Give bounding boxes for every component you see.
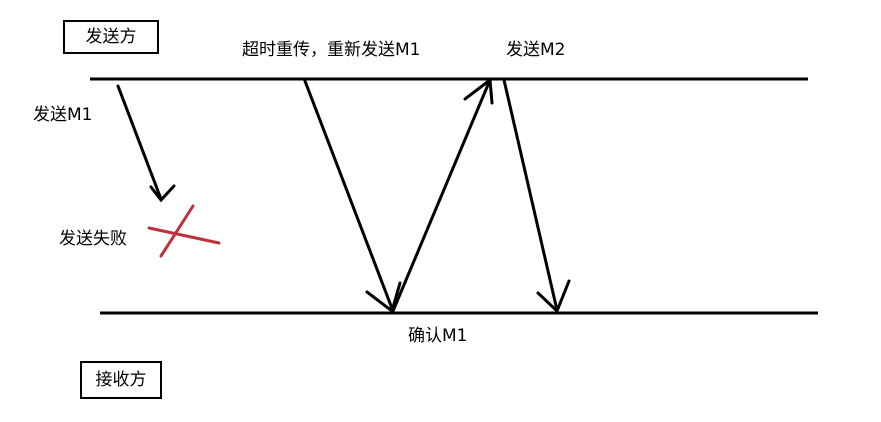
- send-m2-arrow: [502, 78, 571, 314]
- receiver-label: 接收方: [95, 369, 147, 390]
- retransmit-label: 超时重传，重新发送M1: [242, 40, 421, 60]
- diagram-lines: [90, 77, 818, 315]
- retransmit-m1-arrow: [303, 79, 402, 314]
- receiver-box: 接收方: [80, 361, 162, 399]
- sender-label: 发送方: [85, 26, 137, 47]
- ack-m1-arrow: [391, 77, 494, 313]
- send-failed-label: 发送失败: [59, 229, 127, 249]
- x-cross-icon: [147, 204, 221, 258]
- sender-box: 发送方: [63, 20, 159, 54]
- send-m2-label: 发送M2: [506, 40, 566, 60]
- ack-m1-label: 确认M1: [408, 326, 468, 346]
- send-m1-label: 发送M1: [33, 105, 93, 125]
- lost-m1-arrow: [116, 84, 176, 203]
- sequence-diagram: 发送方 接收方 发送M1 超时重传，重新发送M1 发送M2 发送失败 确认M1: [0, 0, 881, 422]
